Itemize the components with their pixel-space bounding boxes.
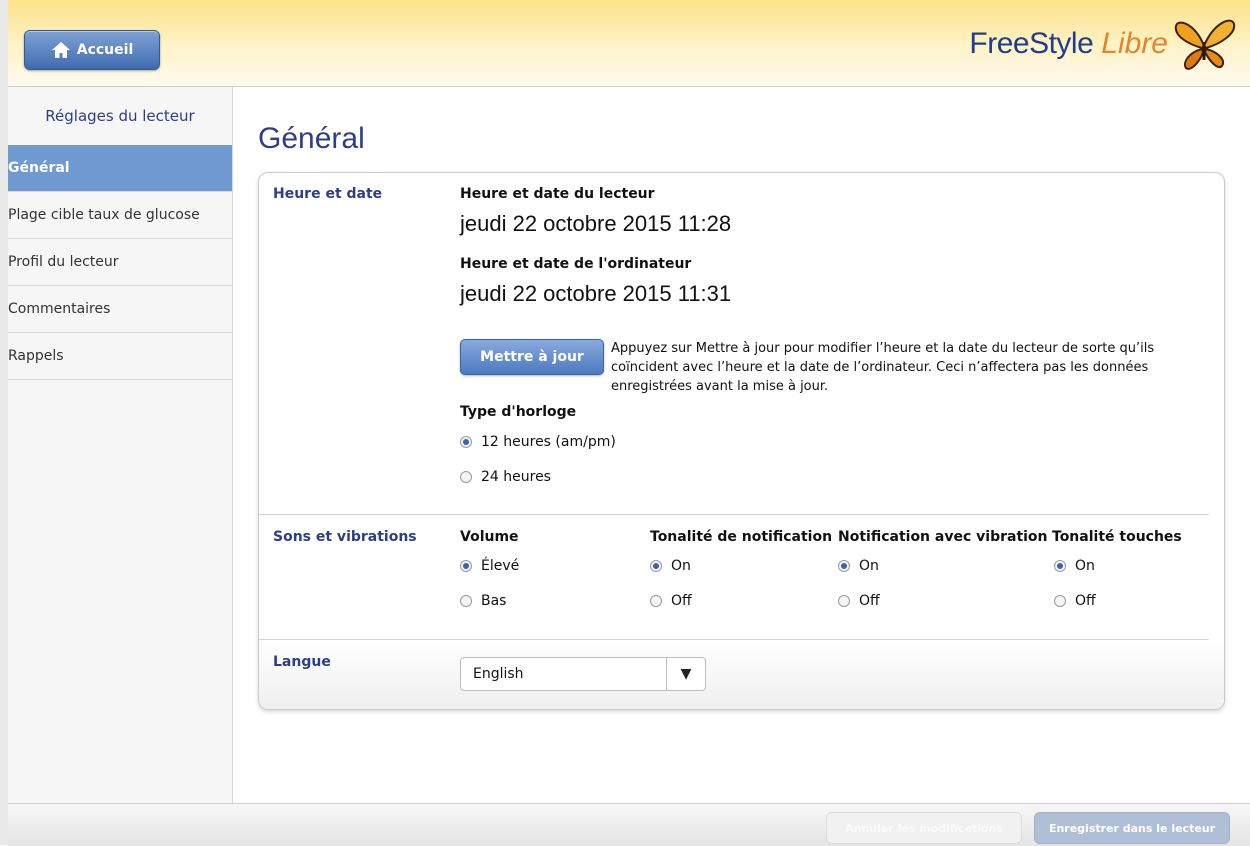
- home-button-label: Accueil: [76, 42, 134, 58]
- sidebar-item-label: Commentaires: [8, 301, 111, 317]
- sidebar-title: Réglages du lecteur: [45, 107, 195, 125]
- key-tone-off-radio[interactable]: Off: [1054, 593, 1096, 609]
- section-label-language: Langue: [273, 654, 331, 670]
- sidebar-item-label: Rappels: [8, 348, 64, 364]
- sidebar-item-reminders[interactable]: Rappels: [8, 333, 232, 380]
- volume-label: Volume: [460, 529, 519, 545]
- reader-datetime-label: Heure et date du lecteur: [460, 186, 655, 202]
- vibration-on-radio[interactable]: On: [838, 558, 879, 574]
- radio-label: Off: [859, 593, 880, 609]
- notification-tone-on-radio[interactable]: On: [650, 558, 691, 574]
- sidebar-item-label: Plage cible taux de glucose: [8, 207, 200, 223]
- section-divider: [259, 514, 1209, 515]
- vibration-label: Notification avec vibration: [838, 529, 1048, 545]
- radio-dot: [460, 436, 472, 448]
- clock-24h-radio[interactable]: 24 heures: [460, 469, 551, 485]
- footer-bar: Annuler les modifications Enregistrer da…: [8, 803, 1250, 846]
- sidebar-item-general[interactable]: Général: [8, 145, 232, 192]
- language-select[interactable]: English ▼: [460, 657, 706, 691]
- radio-dot: [460, 595, 472, 607]
- clock-12h-radio[interactable]: 12 heures (am/pm): [460, 434, 616, 450]
- radio-label: Off: [1075, 593, 1096, 609]
- language-select-value: English: [473, 666, 524, 682]
- radio-dot: [838, 560, 850, 572]
- volume-low-radio[interactable]: Bas: [460, 593, 506, 609]
- sidebar-item-reader-profile[interactable]: Profil du lecteur: [8, 239, 232, 286]
- sidebar-item-comments[interactable]: Commentaires: [8, 286, 232, 333]
- settings-card: Heure et date Heure et date du lecteur j…: [258, 172, 1225, 710]
- logo-libre-text: Libre: [1101, 27, 1168, 60]
- radio-label: Bas: [481, 593, 507, 609]
- window-left-edge: [0, 0, 8, 845]
- card-shade: [259, 639, 1224, 709]
- radio-label: Off: [671, 593, 692, 609]
- radio-label: Élevé: [481, 558, 520, 574]
- radio-dot: [838, 595, 850, 607]
- save-to-reader-button[interactable]: Enregistrer dans le lecteur: [1034, 812, 1230, 844]
- update-button[interactable]: Mettre à jour: [460, 339, 604, 375]
- volume-high-radio[interactable]: Élevé: [460, 558, 519, 574]
- reader-datetime-value: jeudi 22 octobre 2015 11:28: [460, 211, 732, 236]
- logo-freestyle-text: FreeStyle: [969, 27, 1094, 60]
- app-header: Accueil FreeStyle Libre: [8, 0, 1250, 87]
- radio-label: 24 heures: [481, 469, 551, 485]
- radio-label: On: [1075, 558, 1095, 574]
- butterfly-icon: [1174, 19, 1236, 70]
- notification-tone-label: Tonalité de notification: [650, 529, 833, 545]
- key-tone-label: Tonalité touches: [1052, 529, 1182, 545]
- page-title: Général: [258, 122, 365, 155]
- update-description: Appuyez sur Mettre à jour pour modifier …: [611, 341, 1155, 394]
- clock-type-label: Type d'horloge: [460, 404, 577, 420]
- radio-dot: [650, 560, 662, 572]
- section-label-sounds: Sons et vibrations: [273, 529, 417, 545]
- vibration-off-radio[interactable]: Off: [838, 593, 880, 609]
- home-icon: [51, 42, 70, 58]
- radio-dot: [460, 560, 472, 572]
- radio-label: On: [671, 558, 691, 574]
- radio-dot: [650, 595, 662, 607]
- computer-datetime-value: jeudi 22 octobre 2015 11:31: [460, 281, 732, 306]
- section-divider: [259, 639, 1209, 640]
- cancel-changes-button[interactable]: Annuler les modifications: [826, 812, 1022, 844]
- sidebar-nav: Général Plage cible taux de glucose Prof…: [8, 145, 232, 380]
- dropdown-arrow-icon[interactable]: ▼: [666, 658, 705, 690]
- key-tone-on-radio[interactable]: On: [1054, 558, 1095, 574]
- home-button[interactable]: Accueil: [24, 30, 160, 70]
- notification-tone-off-radio[interactable]: Off: [650, 593, 692, 609]
- freestyle-libre-logo: FreeStyle Libre: [969, 16, 1236, 72]
- sidebar-item-label: Profil du lecteur: [8, 254, 119, 270]
- sidebar-item-glucose-target[interactable]: Plage cible taux de glucose: [8, 192, 232, 239]
- section-label-time-date: Heure et date: [273, 186, 383, 202]
- radio-dot: [1054, 560, 1066, 572]
- radio-label: On: [859, 558, 879, 574]
- sidebar: Réglages du lecteur Général Plage cible …: [8, 87, 233, 803]
- sidebar-item-label: Général: [8, 160, 70, 176]
- radio-label: 12 heures (am/pm): [481, 434, 616, 450]
- radio-dot: [1054, 595, 1066, 607]
- radio-dot: [460, 471, 472, 483]
- computer-datetime-label: Heure et date de l'ordinateur: [460, 256, 692, 272]
